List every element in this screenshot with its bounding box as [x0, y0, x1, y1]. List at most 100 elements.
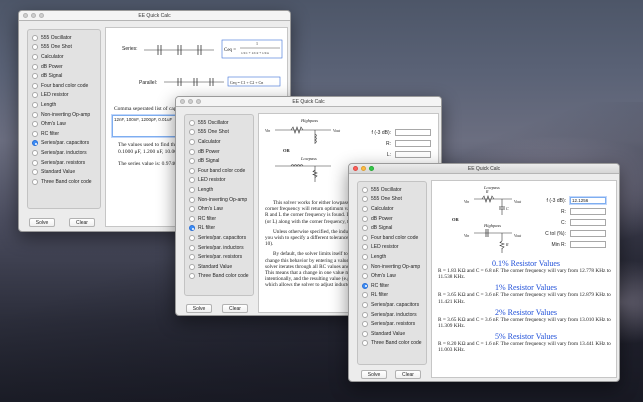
radio-button[interactable] — [189, 215, 195, 222]
calculator-option[interactable]: Series/par. capacitors — [362, 300, 422, 310]
calculator-option[interactable]: RC filter — [362, 281, 422, 291]
calculator-option[interactable]: Series/par. resistors — [362, 319, 422, 329]
radio-button[interactable] — [362, 225, 368, 232]
radio-button[interactable] — [362, 253, 368, 260]
calculator-option[interactable]: Length — [189, 185, 249, 195]
radio-button[interactable] — [362, 292, 368, 299]
radio-button[interactable] — [189, 138, 195, 145]
radio-button[interactable] — [362, 301, 368, 308]
radio-button[interactable] — [362, 311, 368, 318]
calculator-option[interactable]: Ohm's Law — [189, 204, 249, 214]
radio-button[interactable] — [32, 111, 38, 118]
radio-button[interactable] — [32, 92, 38, 99]
radio-button[interactable] — [32, 101, 38, 108]
calculator-option[interactable]: Non-inverting Op-amp — [362, 262, 422, 272]
calculator-option[interactable]: Ohm's Law — [32, 119, 96, 129]
radio-button[interactable] — [362, 263, 368, 270]
title-bar[interactable]: EE Quick Calc — [19, 11, 290, 21]
title-bar[interactable]: EE Quick Calc — [349, 164, 619, 174]
solve-button[interactable]: Solve — [29, 218, 55, 227]
radio-button[interactable] — [362, 186, 368, 193]
value-input[interactable] — [570, 241, 606, 248]
calculator-option[interactable]: dB Power — [32, 62, 96, 72]
calculator-option[interactable]: Series/par. capacitors — [32, 139, 96, 149]
radio-button[interactable] — [362, 330, 368, 337]
radio-button[interactable] — [32, 63, 38, 70]
calculator-option[interactable]: RL filter — [362, 291, 422, 301]
radio-button[interactable] — [362, 205, 368, 212]
calculator-option[interactable]: Series/par. resistors — [189, 252, 249, 262]
radio-button[interactable] — [362, 196, 368, 203]
calculator-option[interactable]: Length — [362, 252, 422, 262]
radio-button[interactable] — [189, 225, 195, 232]
calculator-option[interactable]: Three Band color code — [32, 177, 96, 187]
radio-button[interactable] — [189, 244, 195, 251]
calculator-option[interactable]: Standard Value — [189, 262, 249, 272]
calculator-option[interactable]: 555 Oscillator — [32, 33, 96, 43]
radio-button[interactable] — [189, 119, 195, 126]
calculator-option[interactable]: Four band color code — [32, 81, 96, 91]
calculator-option[interactable]: Ohm's Law — [362, 271, 422, 281]
calculator-option[interactable]: RC filter — [189, 214, 249, 224]
radio-button[interactable] — [189, 167, 195, 174]
calculator-option[interactable]: dB Signal — [189, 156, 249, 166]
radio-button[interactable] — [32, 169, 38, 176]
calculator-option[interactable]: 555 One Shot — [32, 43, 96, 53]
calculator-option[interactable]: dB Power — [189, 147, 249, 157]
radio-button[interactable] — [189, 148, 195, 155]
calculator-option[interactable]: Series/par. inductors — [189, 243, 249, 253]
radio-button[interactable] — [362, 273, 368, 280]
radio-button[interactable] — [32, 73, 38, 80]
radio-button[interactable] — [362, 321, 368, 328]
solve-button[interactable]: Solve — [186, 304, 212, 313]
calculator-option[interactable]: RC filter — [32, 129, 96, 139]
radio-button[interactable] — [32, 53, 38, 60]
calculator-option[interactable]: dB Signal — [32, 71, 96, 81]
calculator-option[interactable]: Three Band color code — [189, 272, 249, 282]
calculator-option[interactable]: Length — [32, 100, 96, 110]
radio-button[interactable] — [362, 215, 368, 222]
radio-button[interactable] — [32, 130, 38, 137]
calculator-option[interactable]: LED resistor — [189, 176, 249, 186]
radio-button[interactable] — [32, 159, 38, 166]
calculator-option[interactable]: Calculator — [362, 204, 422, 214]
calculator-option[interactable]: Non-inverting Op-amp — [32, 110, 96, 120]
calculator-option[interactable]: Standard Value — [32, 167, 96, 177]
calculator-option[interactable]: Calculator — [189, 137, 249, 147]
calculator-option[interactable]: Calculator — [32, 52, 96, 62]
calculator-option[interactable]: RL filter — [189, 224, 249, 234]
calculator-option[interactable]: Series/par. inductors — [32, 148, 96, 158]
radio-button[interactable] — [189, 177, 195, 184]
value-input[interactable]: 12.1256 — [570, 197, 606, 204]
radio-button[interactable] — [362, 282, 368, 289]
radio-button[interactable] — [189, 273, 195, 280]
radio-button[interactable] — [32, 44, 38, 51]
calculator-option[interactable]: LED resistor — [32, 91, 96, 101]
calculator-option[interactable]: Three Band color code — [362, 339, 422, 349]
calculator-option[interactable]: Standard Value — [362, 329, 422, 339]
radio-button[interactable] — [189, 254, 195, 261]
clear-button[interactable]: Clear — [222, 304, 248, 313]
value-input[interactable] — [395, 129, 431, 136]
radio-button[interactable] — [32, 149, 38, 156]
calculator-option[interactable]: 555 One Shot — [189, 128, 249, 138]
radio-button[interactable] — [32, 121, 38, 128]
radio-button[interactable] — [32, 34, 38, 41]
clear-button[interactable]: Clear — [69, 218, 95, 227]
radio-button[interactable] — [189, 234, 195, 241]
calculator-option[interactable]: 555 Oscillator — [189, 118, 249, 128]
calculator-option[interactable]: Series/par. resistors — [32, 158, 96, 168]
value-input[interactable] — [570, 230, 606, 237]
radio-button[interactable] — [189, 186, 195, 193]
radio-button[interactable] — [32, 178, 38, 185]
clear-button[interactable]: Clear — [395, 370, 421, 379]
calculator-option[interactable]: 555 One Shot — [362, 195, 422, 205]
radio-button[interactable] — [189, 196, 195, 203]
calculator-option[interactable]: 555 Oscillator — [362, 185, 422, 195]
value-input[interactable] — [570, 208, 606, 215]
calculator-option[interactable]: Four band color code — [362, 233, 422, 243]
calculator-option[interactable]: Series/par. inductors — [362, 310, 422, 320]
radio-button[interactable] — [189, 129, 195, 136]
radio-button[interactable] — [362, 340, 368, 347]
calculator-option[interactable]: dB Signal — [362, 223, 422, 233]
